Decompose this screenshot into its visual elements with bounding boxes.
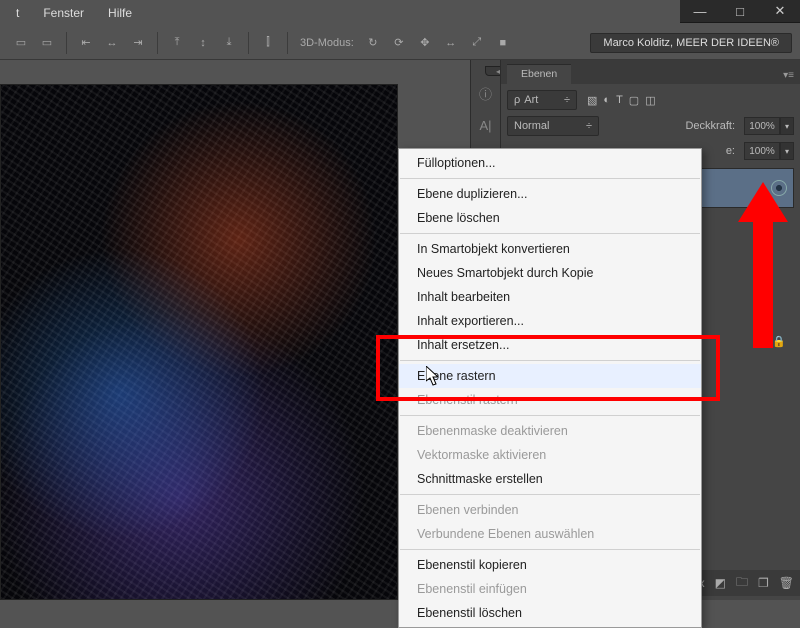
- menu-separator: [400, 360, 700, 361]
- close-button[interactable]: ✕: [760, 0, 800, 22]
- ctx-item-3[interactable]: Ebene löschen: [399, 206, 701, 230]
- filter-smart-icon[interactable]: ◫: [645, 94, 655, 107]
- visibility-toggle-icon[interactable]: [771, 180, 787, 196]
- separator: [248, 32, 249, 54]
- layer-filter-value: Art: [524, 94, 538, 106]
- ctx-item-11[interactable]: Ebene rastern: [399, 364, 701, 388]
- ctx-item-22: Ebenenstil einfügen: [399, 577, 701, 601]
- opacity-dropdown-icon[interactable]: ▾: [780, 117, 794, 135]
- mode3d-zoom-icon[interactable]: ⤢: [466, 32, 488, 54]
- ctx-item-15: Vektormaske aktivieren: [399, 443, 701, 467]
- maximize-button[interactable]: □: [720, 0, 760, 22]
- character-panel-icon[interactable]: A|: [477, 116, 495, 134]
- ctx-item-0[interactable]: Fülloptionen...: [399, 151, 701, 175]
- workspace-switcher[interactable]: Marco Kolditz, MEER DER IDEEN®: [590, 33, 792, 53]
- filter-shape-icon[interactable]: ▢: [629, 94, 639, 107]
- ctx-item-14: Ebenenmaske deaktivieren: [399, 419, 701, 443]
- mode3d-rotate-icon[interactable]: ↻: [362, 32, 384, 54]
- menu-truncated[interactable]: t: [4, 2, 31, 24]
- align-top-icon[interactable]: ⤒: [166, 32, 188, 54]
- layer-filter-select[interactable]: ρ Art ÷: [507, 90, 577, 110]
- fill-field[interactable]: 100% ▾: [741, 142, 794, 160]
- layer-context-menu: Fülloptionen...Ebene duplizieren...Ebene…: [398, 148, 702, 628]
- options-bar: ▭ ▭ ⇤ ↔ ⇥ ⤒ ↕ ⤓ ⫿ 3D-Modus: ↻ ⟳ ✥ ↔ ⤢ ■ …: [0, 26, 800, 60]
- separator: [157, 32, 158, 54]
- blend-mode-select[interactable]: Normal÷: [507, 116, 599, 136]
- distribute-icon[interactable]: ⫿: [257, 32, 279, 54]
- tab-ebenen[interactable]: Ebenen: [507, 64, 571, 84]
- ctx-item-23[interactable]: Ebenenstil löschen: [399, 601, 701, 625]
- align-bottom-icon[interactable]: ⤓: [218, 32, 240, 54]
- ctx-item-21[interactable]: Ebenenstil kopieren: [399, 553, 701, 577]
- fill-value: 100%: [744, 142, 780, 160]
- ctx-item-2[interactable]: Ebene duplizieren...: [399, 182, 701, 206]
- menu-separator: [400, 233, 700, 234]
- delete-layer-icon[interactable]: 🗑: [779, 576, 794, 590]
- align-center-v-icon[interactable]: ↕: [192, 32, 214, 54]
- menu-bar: t Fenster Hilfe: [0, 0, 148, 26]
- ctx-item-18: Ebenen verbinden: [399, 498, 701, 522]
- filter-type-icon[interactable]: T: [616, 94, 623, 107]
- new-group-icon[interactable]: 🗀: [736, 573, 748, 594]
- window-controls: — □ ✕: [680, 0, 800, 23]
- menu-hilfe[interactable]: Hilfe: [96, 2, 144, 24]
- align-left-icon[interactable]: ⇤: [75, 32, 97, 54]
- ctx-item-8[interactable]: Inhalt exportieren...: [399, 309, 701, 333]
- fill-label: e:: [726, 145, 735, 157]
- menu-separator: [400, 549, 700, 550]
- mode3d-label: 3D-Modus:: [300, 37, 354, 49]
- ctx-item-16[interactable]: Schnittmaske erstellen: [399, 467, 701, 491]
- ctx-item-19: Verbundene Ebenen auswählen: [399, 522, 701, 546]
- opacity-value: 100%: [744, 117, 780, 135]
- opt-icon-2[interactable]: ▭: [36, 32, 58, 54]
- menu-separator: [400, 178, 700, 179]
- filter-image-icon[interactable]: ▧: [587, 94, 597, 107]
- menu-separator: [400, 494, 700, 495]
- blend-mode-value: Normal: [514, 120, 549, 132]
- opacity-label: Deckkraft:: [685, 120, 735, 132]
- ctx-item-5[interactable]: In Smartobjekt konvertieren: [399, 237, 701, 261]
- panel-tabs: Ebenen ▾≡: [501, 60, 800, 84]
- align-center-h-icon[interactable]: ↔: [101, 32, 123, 54]
- mode3d-pan-icon[interactable]: ✥: [414, 32, 436, 54]
- align-right-icon[interactable]: ⇥: [127, 32, 149, 54]
- lock-icon[interactable]: 🔒: [772, 335, 786, 348]
- mode3d-roll-icon[interactable]: ⟳: [388, 32, 410, 54]
- info-panel-icon[interactable]: ⓘ: [477, 84, 495, 102]
- menu-separator: [400, 415, 700, 416]
- separator: [287, 32, 288, 54]
- new-layer-icon[interactable]: ❐: [758, 576, 769, 590]
- ctx-item-9[interactable]: Inhalt ersetzen...: [399, 333, 701, 357]
- mode3d-camera-icon[interactable]: ■: [492, 32, 514, 54]
- filter-adjust-icon[interactable]: ◐: [603, 94, 610, 107]
- ctx-item-12: Ebenenstil rastern: [399, 388, 701, 412]
- layer-mask-icon[interactable]: ◩: [715, 576, 726, 590]
- opt-icon-1[interactable]: ▭: [10, 32, 32, 54]
- ctx-item-6[interactable]: Neues Smartobjekt durch Kopie: [399, 261, 701, 285]
- separator: [66, 32, 67, 54]
- menu-fenster[interactable]: Fenster: [31, 2, 96, 24]
- canvas[interactable]: [0, 84, 398, 600]
- mode3d-slide-icon[interactable]: ↔: [440, 32, 462, 54]
- ctx-item-7[interactable]: Inhalt bearbeiten: [399, 285, 701, 309]
- minimize-button[interactable]: —: [680, 0, 720, 22]
- opacity-field[interactable]: 100% ▾: [741, 117, 794, 135]
- fill-dropdown-icon[interactable]: ▾: [780, 142, 794, 160]
- panel-menu-icon[interactable]: ▾≡: [777, 67, 800, 84]
